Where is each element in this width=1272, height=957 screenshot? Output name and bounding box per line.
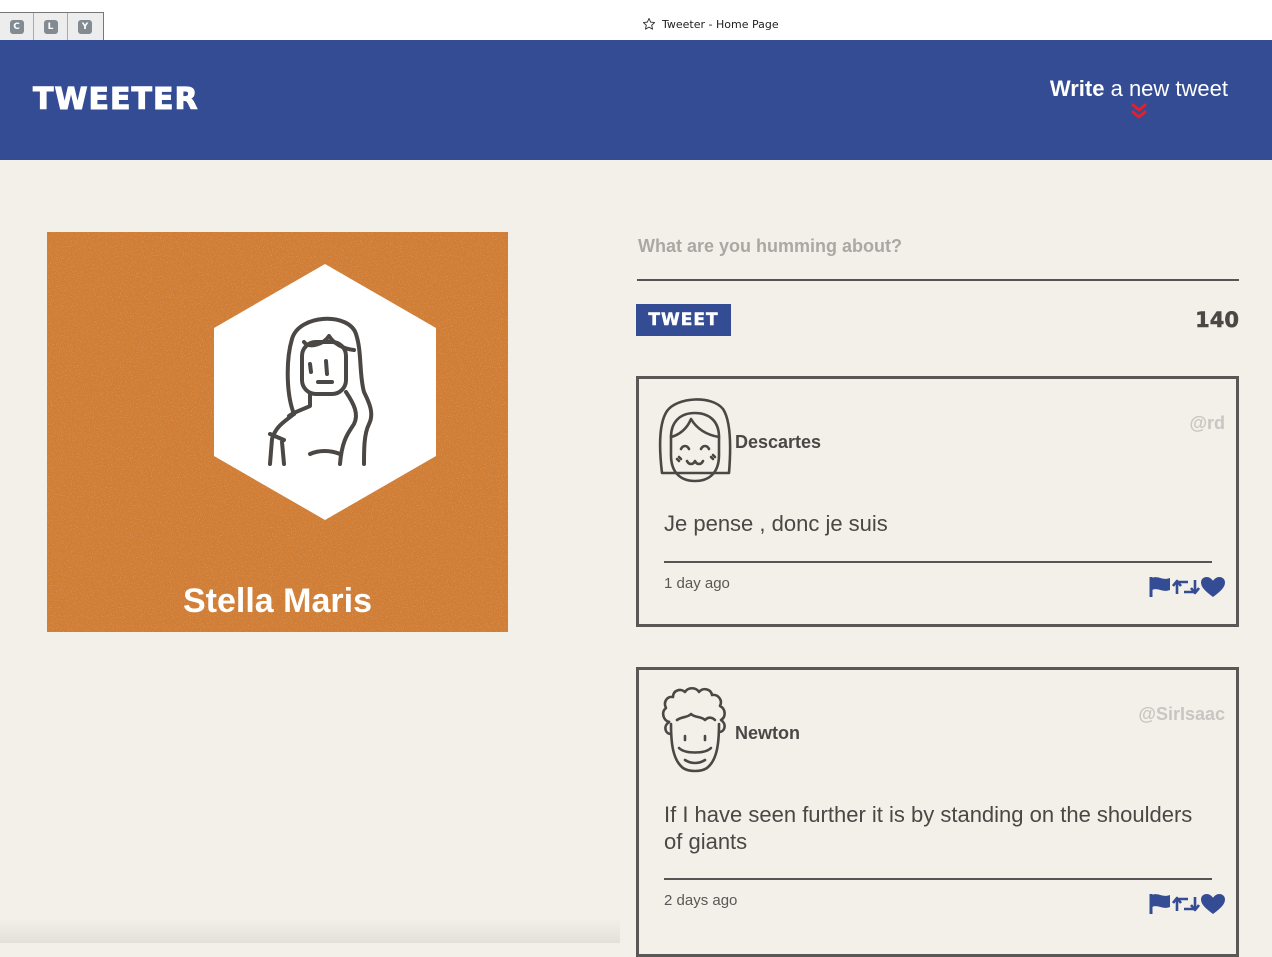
flag-icon[interactable] [1148, 576, 1172, 598]
heart-icon[interactable] [1200, 576, 1226, 598]
compose-toggle-button[interactable]: Write a new tweet [1050, 75, 1228, 121]
tweet-text: If I have seen further it is by standing… [664, 802, 1193, 854]
window-title: Tweeter - Home Page [642, 17, 779, 31]
character-counter: 140 [1195, 308, 1239, 333]
page-bottom-shadow [0, 918, 620, 943]
tab-buttons: C L Y [0, 12, 104, 40]
tab-button-l[interactable]: L [34, 13, 68, 40]
tab-button-y[interactable]: Y [68, 13, 102, 40]
tweet-timestamp: 1 day ago [664, 575, 730, 592]
profile-card: Stella Maris [47, 232, 508, 632]
compose-toggle-bold: Write [1049, 76, 1105, 101]
tweet-actions [1148, 576, 1226, 598]
tweet-author[interactable]: Descartes [735, 432, 821, 453]
site-logo[interactable]: TWEETER [33, 80, 199, 120]
tweet-card: Newton @SirIsaac If I have seen further … [636, 667, 1239, 957]
site-header: TWEETER Write a new tweet [0, 40, 1272, 160]
woman-long-hair-icon [214, 264, 436, 520]
tab-button-l-label: L [43, 19, 58, 34]
tweet-divider [664, 878, 1212, 880]
retweet-icon[interactable] [1172, 893, 1200, 915]
tweet-handle[interactable]: @SirIsaac [1138, 704, 1225, 725]
double-chevron-down-icon [1131, 103, 1147, 119]
tab-button-c[interactable]: C [0, 13, 34, 40]
browser-tab-bar: C L Y Tweeter - Home Page [0, 0, 1272, 41]
tab-button-y-label: Y [78, 19, 92, 34]
compose-toggle-label: Write a new tweet [1050, 75, 1228, 103]
tab-button-c-label: C [9, 19, 24, 34]
star-icon[interactable] [642, 17, 656, 31]
tweet-card: Descartes @rd Je pense , donc je suis 1 … [636, 376, 1239, 627]
tweet-author[interactable]: Newton [735, 723, 800, 744]
tweet-input[interactable] [637, 232, 1239, 281]
tweet-button[interactable]: Tweet [636, 304, 731, 336]
flag-icon[interactable] [1148, 893, 1172, 915]
tweet-actions [1148, 893, 1226, 915]
heart-icon[interactable] [1200, 893, 1226, 915]
tweet-text: Je pense , donc je suis [664, 511, 888, 536]
window-title-text: Tweeter - Home Page [662, 17, 779, 31]
retweet-icon[interactable] [1172, 576, 1200, 598]
tweet-timestamp: 2 days ago [664, 892, 738, 909]
tweet-divider [664, 561, 1212, 563]
tweet-handle[interactable]: @rd [1189, 413, 1225, 434]
compose-toggle-rest: a new tweet [1104, 76, 1228, 101]
profile-name: Stella Maris [183, 582, 372, 620]
curly-hair-face-icon [661, 686, 726, 773]
bob-haircut-face-icon [658, 398, 732, 483]
